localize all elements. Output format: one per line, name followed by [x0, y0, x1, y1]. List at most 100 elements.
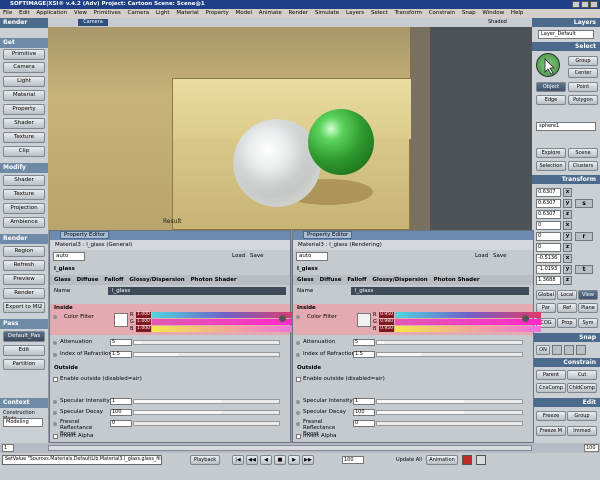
modify-shader-button[interactable]: Shader — [3, 175, 45, 186]
render-refresh-button[interactable]: Refresh — [3, 260, 45, 271]
spec-decay-field[interactable]: 100 — [353, 409, 375, 416]
spec-decay-slider[interactable] — [133, 410, 280, 415]
ior-field[interactable]: 1.5 — [110, 351, 132, 358]
animation-dot-icon[interactable] — [296, 341, 300, 345]
fresnel-slider[interactable] — [133, 421, 280, 426]
name-field[interactable]: l_glass — [108, 287, 286, 295]
modify-ambience-button[interactable]: Ambience — [3, 217, 45, 228]
rotate-x-field[interactable]: 0 — [536, 221, 561, 230]
select-point-button[interactable]: Point — [568, 82, 598, 92]
menu-primitives[interactable]: Primitives — [94, 10, 121, 16]
group-button[interactable]: Group — [567, 411, 597, 421]
channel-slider[interactable] — [395, 312, 541, 318]
ior-slider[interactable] — [133, 352, 280, 357]
explore-button[interactable]: Explore — [536, 148, 566, 158]
rotate-z-field[interactable]: 0 — [536, 243, 561, 252]
menu-material[interactable]: Material — [176, 10, 198, 16]
modify-projection-button[interactable]: Projection — [3, 203, 45, 214]
render-preview-button[interactable]: Preview — [3, 274, 45, 285]
menu-animate[interactable]: Animate — [259, 10, 282, 16]
menu-property[interactable]: Property — [205, 10, 228, 16]
channel-slider[interactable] — [395, 326, 541, 332]
select-header[interactable]: Select — [532, 42, 600, 51]
get-material-button[interactable]: Material — [3, 90, 45, 101]
enable-outside-checkbox[interactable] — [53, 377, 58, 382]
command-line[interactable]: SetValue "Sources.Materials.DefaultLib.M… — [2, 455, 162, 465]
maximize-button[interactable] — [581, 1, 589, 8]
spec-decay-field[interactable]: 100 — [110, 409, 132, 416]
translate-y-field[interactable]: -1.0193 — [536, 265, 561, 274]
autokey-icon[interactable] — [462, 455, 472, 465]
green-sphere[interactable] — [308, 109, 374, 175]
channel-slider[interactable] — [395, 319, 541, 325]
tab-glass[interactable]: Glass — [297, 277, 314, 283]
translate-x-button[interactable]: x — [563, 254, 572, 263]
glass-sphere[interactable] — [233, 119, 321, 207]
minimize-button[interactable] — [572, 1, 580, 8]
transform-header[interactable]: Transform — [532, 175, 600, 184]
property-editor-menu[interactable]: Property Editor — [303, 231, 353, 239]
channel-value[interactable]: 0.980 — [379, 319, 394, 325]
rotate-z-button[interactable]: z — [563, 243, 572, 252]
property-editor-menu[interactable]: Property Editor — [60, 231, 110, 239]
scale-y-field[interactable]: 0.6307 — [536, 199, 561, 208]
spec-intensity-field[interactable]: 1 — [110, 398, 132, 405]
spec-intensity-slider[interactable] — [376, 399, 523, 404]
select-group-button[interactable]: Group — [568, 56, 598, 66]
render-region-button[interactable]: Region — [3, 246, 45, 257]
fresnel-field[interactable]: 0 — [110, 420, 132, 427]
snap-header[interactable]: Snap — [532, 333, 600, 342]
render-render-button[interactable]: Render — [3, 288, 45, 299]
pass-partition-button[interactable]: Partition — [3, 359, 45, 370]
rotate-x-button[interactable]: x — [563, 221, 572, 230]
menu-help[interactable]: Help — [511, 10, 524, 16]
layers-header[interactable]: Layers — [532, 18, 600, 27]
modify-texture-button[interactable]: Texture — [3, 189, 45, 200]
animation-dot-icon[interactable] — [296, 353, 300, 357]
channel-value[interactable]: 1.000 — [136, 319, 151, 325]
snap-toggle[interactable]: ON — [536, 345, 550, 355]
invert-alpha-checkbox[interactable] — [296, 434, 301, 439]
scale-z-button[interactable]: z — [563, 210, 572, 219]
prev-key-icon[interactable]: ◀◀ — [246, 455, 258, 465]
shading-mode-dropdown[interactable]: Shaded — [488, 19, 507, 25]
select-object-button[interactable]: Object — [536, 82, 566, 92]
freeze-modeling-button[interactable]: Freeze M — [536, 426, 566, 436]
scale-y-button[interactable]: y — [563, 199, 572, 208]
tab-photon-shader[interactable]: Photon Shader — [191, 277, 237, 283]
menu-window[interactable]: Window — [482, 10, 504, 16]
menu-model[interactable]: Model — [235, 10, 252, 16]
animation-dot-icon[interactable] — [53, 353, 57, 357]
rotate-y-button[interactable]: y — [563, 232, 572, 241]
scale-x-field[interactable]: 0.6307 — [536, 188, 561, 197]
view-button[interactable]: View — [578, 290, 598, 300]
spec-intensity-field[interactable]: 1 — [353, 398, 375, 405]
menu-application[interactable]: Application — [36, 10, 67, 16]
channel-value[interactable]: 0.950 — [379, 326, 394, 332]
animation-dot-icon[interactable] — [53, 341, 57, 345]
animation-button[interactable]: Animation — [426, 455, 458, 465]
animation-dot-icon[interactable] — [53, 422, 57, 426]
menu-camera[interactable]: Camera — [128, 10, 150, 16]
get-clip-button[interactable]: Clip — [3, 146, 45, 157]
get-light-button[interactable]: Light — [3, 76, 45, 87]
attenuation-slider[interactable] — [133, 340, 280, 345]
rotate-y-field[interactable]: 0 — [536, 232, 561, 241]
translate-z-field[interactable]: 1.3688 — [536, 276, 561, 285]
plane-button[interactable]: Plane — [578, 303, 598, 313]
ior-slider[interactable] — [376, 352, 523, 357]
attenuation-slider[interactable] — [376, 340, 523, 345]
tab-glossy[interactable]: Glossy/Dispersion — [129, 277, 184, 283]
invert-alpha-checkbox[interactable] — [53, 434, 58, 439]
animation-dot-icon[interactable] — [296, 411, 300, 415]
preset-dropdown[interactable]: auto — [296, 252, 328, 261]
key-icon[interactable] — [476, 455, 486, 465]
chldcomp-button[interactable]: ChldComp — [567, 383, 597, 393]
snap-grid-icon[interactable] — [552, 345, 562, 355]
spec-decay-slider[interactable] — [376, 410, 523, 415]
scale-button[interactable]: s — [575, 199, 593, 208]
spec-intensity-slider[interactable] — [133, 399, 280, 404]
global-button[interactable]: Global — [536, 290, 556, 300]
cut-button[interactable]: Cut — [567, 370, 597, 380]
save-button[interactable]: Save — [250, 253, 264, 259]
